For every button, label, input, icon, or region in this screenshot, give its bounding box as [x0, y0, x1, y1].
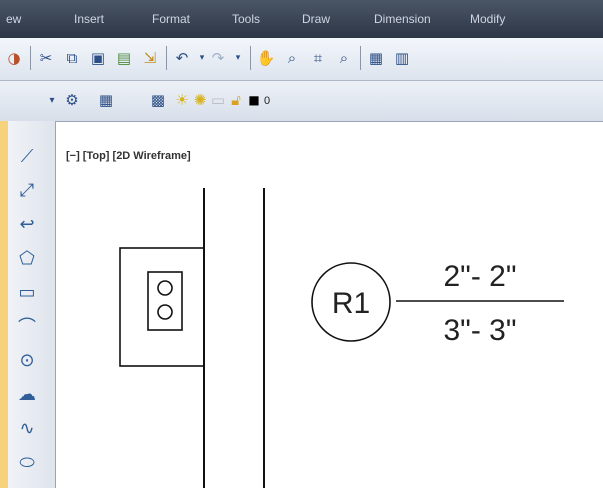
paste-icon[interactable]: ▣ — [88, 48, 108, 68]
menu-modify[interactable]: Modify — [470, 12, 505, 26]
menu-insert[interactable]: Insert — [74, 12, 104, 26]
zoom-realtime-icon[interactable]: ⌕ — [282, 48, 302, 68]
panel-edge — [0, 121, 8, 488]
undo-icon[interactable]: ↶ — [172, 48, 192, 68]
toolbar-separator — [250, 46, 251, 70]
drawing-canvas[interactable]: [−] [Top] [2D Wireframe] R1 2"- 2" 3"- 3… — [56, 122, 603, 488]
redo-icon[interactable]: ↷ — [208, 48, 228, 68]
zoom-previous-icon[interactable]: ⌕ — [334, 48, 354, 68]
tag-bottom-text: 3"- 3" — [444, 314, 517, 347]
revision-cloud-icon[interactable]: ☁ — [14, 381, 40, 407]
menu-view[interactable]: ew — [6, 12, 21, 26]
ellipse-icon[interactable]: ⬭ — [14, 449, 40, 475]
outlet-receptacle-bottom — [157, 304, 173, 320]
layer-color-swatch-icon[interactable]: ■ — [244, 90, 264, 110]
spline-icon[interactable]: ∿ — [14, 415, 40, 441]
publish-icon[interactable]: ◑ — [4, 48, 24, 68]
draw-toolbar: ⟋ ⤢ ↩ ⬠ ▭ ⌒ ⊙ ☁ ∿ ⬭ — [0, 121, 56, 488]
app-window: ew Insert Format Tools Draw Dimension Mo… — [0, 0, 603, 488]
pan-icon[interactable]: ✋ — [256, 48, 276, 68]
menu-draw[interactable]: Draw — [302, 12, 330, 26]
copy-icon[interactable]: ⧉ — [62, 48, 82, 68]
toolbar-separator — [360, 46, 361, 70]
outlet-box-outer — [119, 247, 205, 367]
layer-thaw-icon[interactable]: ✺ — [190, 90, 210, 110]
make-current-layer-icon[interactable]: ▩ — [148, 90, 168, 110]
tag-id: R1 — [332, 287, 370, 320]
drawing-svg: R1 2"- 2" 3"- 3" — [119, 188, 564, 488]
properties-icon[interactable]: ▦ — [366, 48, 386, 68]
layers-toolbar: ▾ ⚙ ▦ ▩ ☀ ✺ ▭ 🔓︎ ■ 0 — [0, 81, 603, 122]
match-properties-icon[interactable]: ⇲ — [140, 48, 160, 68]
polygon-icon[interactable]: ⬠ — [14, 245, 40, 271]
standard-toolbar: ◑ ✂ ⧉ ▣ ▤ ⇲ ↶ ▾ ↷ ▾ ✋ ⌕ ⌗ ⌕ ▦ ▥ — [0, 38, 603, 81]
layer-states-icon[interactable]: ▦ — [96, 90, 116, 110]
current-layer-name[interactable]: 0 — [264, 95, 270, 107]
menu-format[interactable]: Format — [152, 12, 190, 26]
menu-tools[interactable]: Tools — [232, 12, 260, 26]
layer-unlock-icon[interactable]: 🔓︎ — [226, 90, 246, 110]
layer-viewport-icon[interactable]: ▭ — [208, 90, 228, 110]
toolbar-separator — [166, 46, 167, 70]
cut-icon[interactable]: ✂ — [36, 48, 56, 68]
polyline-icon[interactable]: ↩ — [14, 211, 40, 237]
outlet-receptacle-top — [157, 280, 173, 296]
toolbar-separator — [30, 46, 31, 70]
layer-on-bulb-icon[interactable]: ☀ — [172, 90, 192, 110]
rectangle-icon[interactable]: ▭ — [14, 279, 40, 305]
construction-line-icon[interactable]: ⤢ — [14, 177, 40, 203]
zoom-window-icon[interactable]: ⌗ — [308, 48, 328, 68]
copy-with-basepoint-icon[interactable]: ▤ — [114, 48, 134, 68]
tag-top-text: 2"- 2" — [444, 260, 517, 293]
menu-bar: ew Insert Format Tools Draw Dimension Mo… — [0, 0, 603, 38]
redo-dropdown-icon[interactable]: ▾ — [228, 48, 248, 68]
line-icon[interactable]: ⟋ — [14, 143, 40, 169]
circle-icon[interactable]: ⊙ — [14, 347, 40, 373]
layer-properties-icon[interactable]: ⚙ — [62, 90, 82, 110]
menu-dimension[interactable]: Dimension — [374, 12, 431, 26]
layer-dropdown-arrow-icon[interactable]: ▾ — [42, 90, 62, 110]
design-center-icon[interactable]: ▥ — [392, 48, 412, 68]
arc-icon[interactable]: ⌒ — [14, 313, 40, 339]
